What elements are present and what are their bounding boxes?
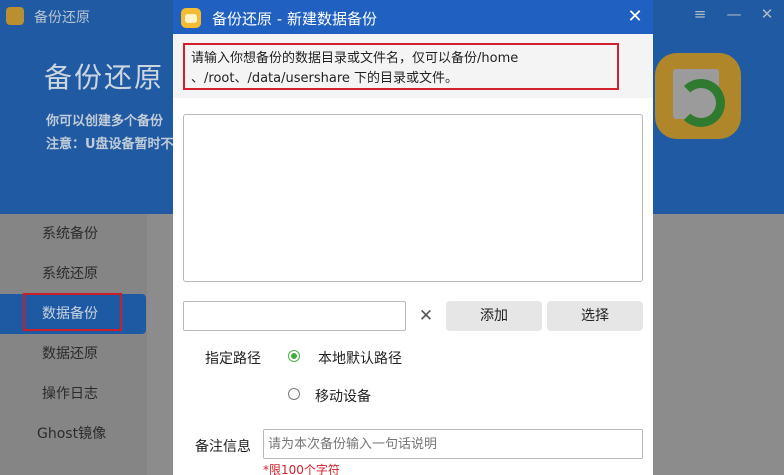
app-icon [6, 7, 24, 25]
note-label: 备注信息 [195, 439, 251, 455]
local-path-radio[interactable] [288, 350, 300, 362]
window-close-icon[interactable]: ✕ [757, 5, 777, 23]
dialog-titlebar: 备份还原 - 新建数据备份 ✕ [173, 0, 653, 34]
add-button[interactable]: 添加 [446, 301, 542, 331]
backup-path-list[interactable] [183, 114, 643, 282]
sidebar-item-ghost-image[interactable]: Ghost镜像 [0, 414, 147, 454]
path-input[interactable] [183, 301, 406, 331]
mobile-device-option-label[interactable]: 移动设备 [315, 386, 371, 406]
backup-restore-icon [655, 53, 741, 139]
dialog-title: 备份还原 - 新建数据备份 [212, 10, 377, 28]
sidebar-item-system-restore[interactable]: 系统还原 [0, 254, 147, 294]
app-name: 备份还原 [34, 10, 90, 26]
active-item-highlight [23, 293, 122, 331]
description-line: 你可以创建多个备份 [46, 114, 164, 129]
close-icon[interactable]: ✕ [625, 7, 645, 27]
new-data-backup-dialog: 备份还原 - 新建数据备份 ✕ 请输入你想备份的数据目录或文件名，仅可以备份/h… [173, 0, 653, 475]
minimize-icon[interactable]: — [724, 5, 744, 23]
hint-text: 请输入你想备份的数据目录或文件名，仅可以备份/home 、/root、/data… [183, 43, 619, 90]
sidebar-item-operation-log[interactable]: 操作日志 [0, 374, 147, 414]
clear-icon[interactable]: ✕ [417, 305, 435, 327]
sidebar-item-system-backup[interactable]: 系统备份 [0, 214, 147, 254]
notice-line: 注意：U盘设备暂时不 [46, 137, 174, 152]
note-input[interactable] [263, 429, 643, 459]
local-path-option-label[interactable]: 本地默认路径 [318, 348, 402, 368]
sidebar-item-data-restore[interactable]: 数据还原 [0, 334, 147, 374]
sidebar: 系统备份 系统还原 数据备份 数据还原 操作日志 Ghost镜像 [0, 214, 147, 475]
app-icon [181, 8, 201, 28]
page-title: 备份还原 [44, 61, 165, 94]
mobile-device-radio[interactable] [288, 388, 300, 400]
dest-path-label: 指定路径 [205, 351, 261, 367]
menu-icon[interactable]: ≡ [690, 5, 710, 23]
select-button[interactable]: 选择 [547, 301, 643, 331]
char-limit-note: *限100个字符 [263, 463, 340, 475]
